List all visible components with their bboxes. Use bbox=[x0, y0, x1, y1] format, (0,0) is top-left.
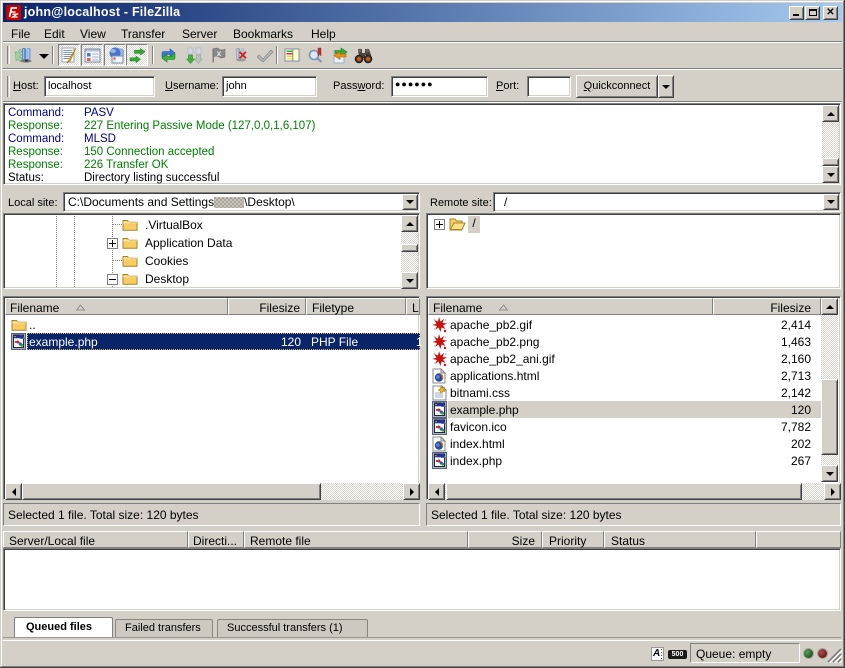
svg-text:x: x bbox=[217, 49, 222, 58]
